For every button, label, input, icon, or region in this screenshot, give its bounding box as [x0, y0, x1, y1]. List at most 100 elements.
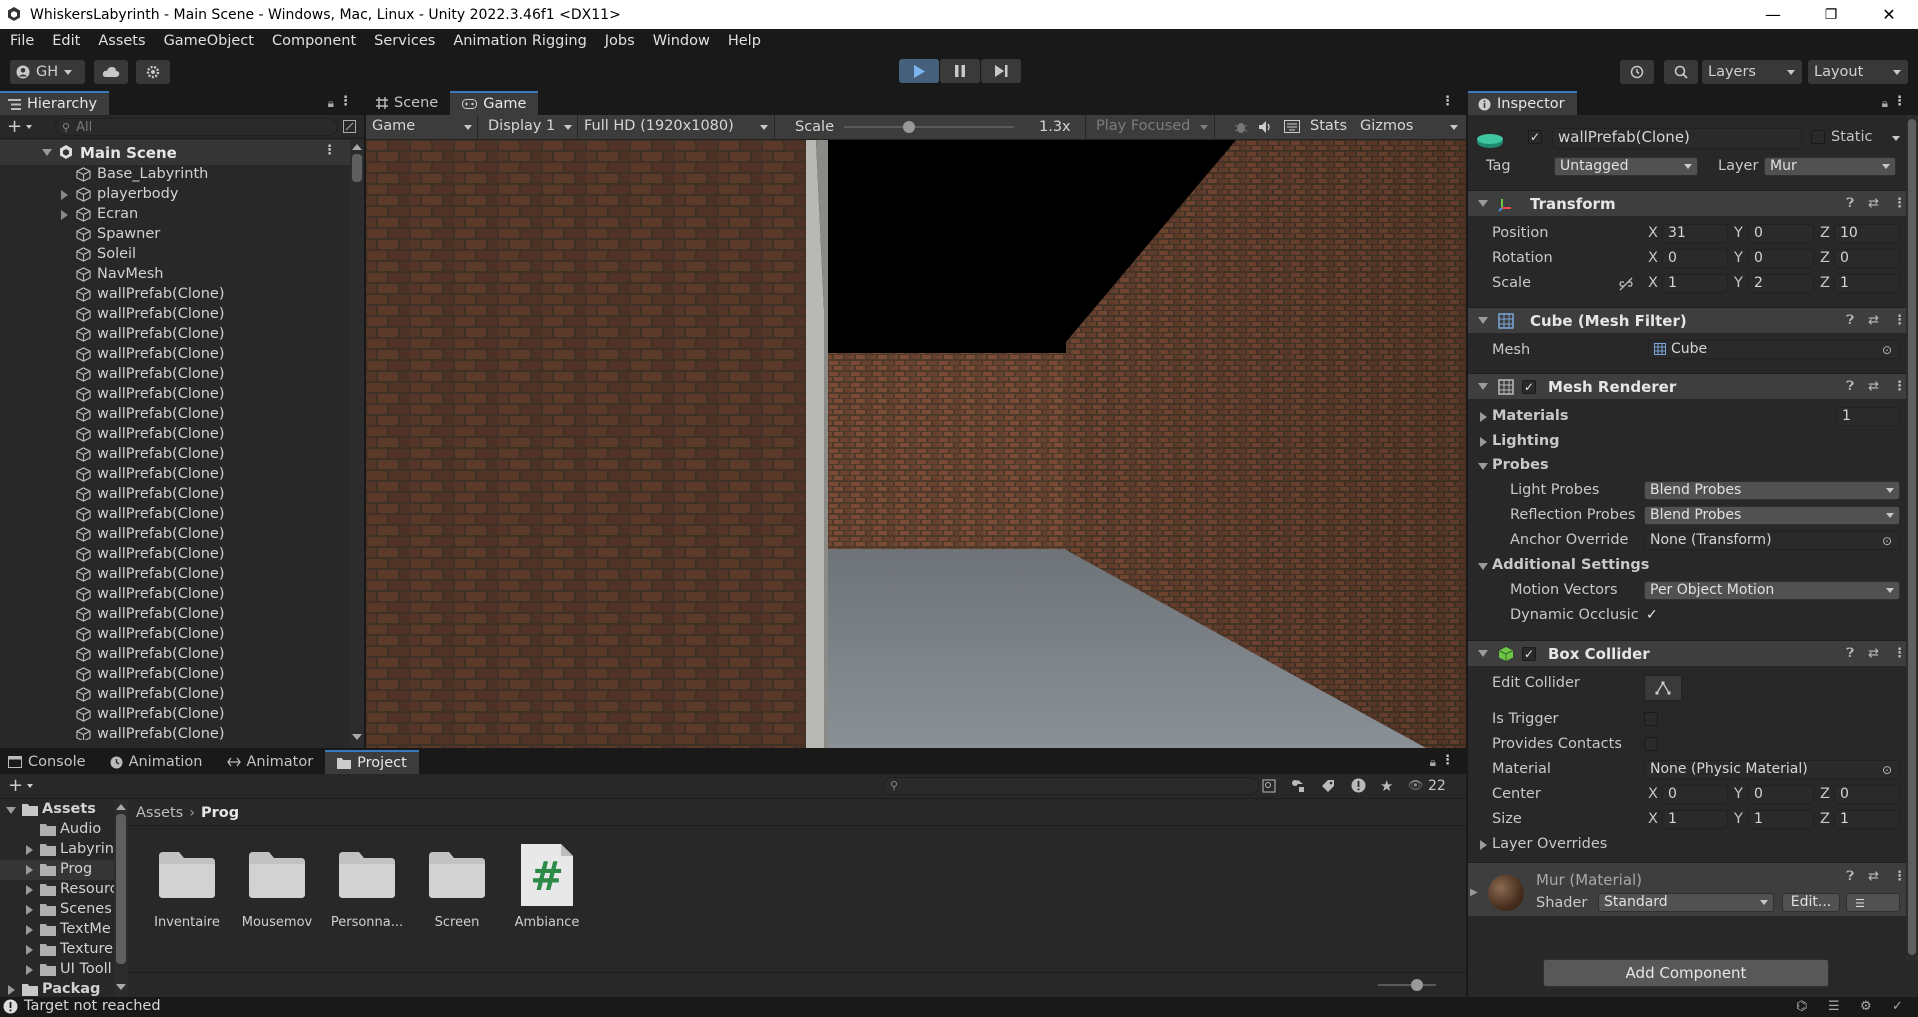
favorite-star-icon[interactable]: ★ [1380, 777, 1393, 795]
menu-gameobject[interactable]: GameObject [155, 29, 263, 54]
mesh-renderer-header[interactable]: ✓ Mesh Renderer ❓︎ ⇄ ⋮ [1468, 373, 1916, 399]
materials-count-input[interactable]: 1 [1836, 407, 1900, 426]
scale-z-input[interactable]: 1 [1834, 274, 1900, 293]
stats-button[interactable]: Stats [1310, 118, 1347, 134]
hierarchy-item[interactable]: wallPrefab(Clone) [0, 685, 350, 705]
menu-help[interactable]: Help [719, 29, 770, 54]
menu-edit[interactable]: Edit [43, 29, 89, 54]
menu-assets[interactable]: Assets [89, 29, 154, 54]
folder-item[interactable]: Personna... [325, 842, 409, 942]
hierarchy-item[interactable]: wallPrefab(Clone) [0, 605, 350, 625]
scale-y-input[interactable]: 2 [1748, 274, 1814, 293]
help-icon[interactable]: ❓︎ [1846, 869, 1854, 884]
scroll-down-icon[interactable] [116, 984, 126, 990]
hierarchy-item[interactable]: playerbody [0, 185, 350, 205]
chevron-right-icon[interactable] [26, 845, 33, 855]
preset-icon[interactable]: ⇄ [1868, 646, 1879, 661]
collider-material-field[interactable]: None (Physic Material) [1644, 760, 1900, 779]
lock-icon[interactable]: 🔒︎ [1430, 755, 1436, 770]
layer-dropdown[interactable]: Mur [1764, 157, 1896, 176]
chevron-down-icon[interactable] [42, 149, 52, 156]
chevron-down-icon[interactable] [1478, 317, 1488, 324]
chevron-right-icon[interactable]: ▶ [1470, 887, 1478, 898]
chevron-right-icon[interactable] [61, 210, 68, 220]
folder-item[interactable]: Mousemov [235, 842, 319, 942]
tab-console[interactable]: Console [0, 750, 98, 774]
hierarchy-item[interactable]: Base_Labyrinth [0, 165, 350, 185]
keyboard-icon[interactable] [1284, 120, 1300, 133]
size-y-input[interactable]: 1 [1748, 810, 1814, 829]
step-button[interactable] [981, 59, 1021, 83]
script-item[interactable]: # Ambiance [505, 842, 589, 942]
static-checkbox[interactable] [1811, 130, 1825, 144]
hierarchy-item[interactable]: wallPrefab(Clone) [0, 565, 350, 585]
hierarchy-item[interactable]: wallPrefab(Clone) [0, 325, 350, 345]
chevron-right-icon[interactable] [1480, 412, 1487, 422]
menu-animation-rigging[interactable]: Animation Rigging [444, 29, 595, 54]
constrain-proportions-icon[interactable] [1618, 277, 1634, 291]
tab-animator[interactable]: Animator [215, 750, 326, 774]
warning-filter-icon[interactable] [1351, 778, 1366, 793]
hierarchy-item[interactable]: wallPrefab(Clone) [0, 305, 350, 325]
shader-options-dropdown[interactable]: ☰ [1846, 893, 1900, 912]
folder-item[interactable]: Inventaire [145, 842, 229, 942]
cloud-button[interactable] [94, 60, 128, 84]
project-tree-item[interactable]: Scenes [0, 900, 114, 920]
project-tree-item[interactable]: Packag [0, 980, 114, 997]
project-tree-item[interactable]: Labyrin [0, 840, 114, 860]
rotation-z-input[interactable]: 0 [1834, 249, 1900, 268]
pause-button[interactable] [940, 59, 980, 83]
size-x-input[interactable]: 1 [1662, 810, 1728, 829]
active-checkbox[interactable]: ✓ [1528, 130, 1542, 144]
breadcrumb-prog[interactable]: Prog [201, 805, 239, 821]
hierarchy-item[interactable]: wallPrefab(Clone) [0, 485, 350, 505]
chevron-down-icon[interactable] [27, 784, 33, 788]
additional-settings-foldout[interactable]: Additional Settings [1492, 557, 1649, 573]
help-icon[interactable]: ❓︎ [1846, 313, 1854, 328]
folder-item[interactable]: Screen [415, 842, 499, 942]
cache-server-icon[interactable]: ☰ [1828, 999, 1840, 1014]
search-by-type-icon[interactable] [1262, 779, 1276, 793]
hierarchy-item[interactable]: Ecran [0, 205, 350, 225]
collab-settings-button[interactable] [136, 60, 170, 84]
more-menu-icon[interactable]: ⋮ [1893, 379, 1906, 394]
center-y-input[interactable]: 0 [1748, 785, 1814, 804]
game-mode-dropdown[interactable]: Game [366, 115, 478, 139]
project-tree-item[interactable]: TextMe [0, 920, 114, 940]
search-button[interactable] [1664, 60, 1698, 84]
more-menu-icon[interactable]: ⋮ [1893, 313, 1906, 328]
menu-component[interactable]: Component [263, 29, 365, 54]
scroll-thumb[interactable] [116, 814, 126, 964]
position-y-input[interactable]: 0 [1748, 224, 1814, 243]
mesh-filter-header[interactable]: Cube (Mesh Filter) ❓︎ ⇄ ⋮ [1468, 307, 1916, 333]
size-z-input[interactable]: 1 [1834, 810, 1900, 829]
project-tree-item[interactable]: Assets [0, 800, 114, 820]
chevron-down-icon[interactable] [1478, 200, 1488, 207]
preset-icon[interactable]: ⇄ [1868, 313, 1879, 328]
edit-shader-button[interactable]: Edit... [1782, 893, 1840, 912]
lighting-foldout[interactable]: Lighting [1492, 433, 1560, 449]
icon-size-slider-thumb[interactable] [1411, 979, 1423, 991]
menu-jobs[interactable]: Jobs [596, 29, 644, 54]
chevron-right-icon[interactable] [61, 190, 68, 200]
layer-overrides-foldout[interactable]: Layer Overrides [1492, 836, 1607, 852]
chevron-down-icon[interactable] [6, 807, 16, 814]
chevron-right-icon[interactable] [26, 885, 33, 895]
scroll-up-icon[interactable] [352, 144, 362, 150]
scroll-down-icon[interactable] [352, 734, 362, 740]
display-dropdown[interactable]: Display 1 [478, 115, 578, 139]
tree-scrollbar[interactable] [114, 800, 128, 997]
menu-window[interactable]: Window [644, 29, 719, 54]
help-icon[interactable]: ❓︎ [1846, 379, 1854, 394]
debug-mode-icon[interactable]: ⚙ [1860, 999, 1872, 1014]
provides-contacts-checkbox[interactable] [1644, 737, 1658, 751]
mesh-renderer-enabled-checkbox[interactable]: ✓ [1522, 379, 1536, 394]
add-component-button[interactable]: Add Component [1543, 959, 1829, 987]
tab-animation[interactable]: Animation [98, 750, 215, 774]
hierarchy-search[interactable]: ⚲ All [55, 118, 338, 136]
edit-collider-button[interactable] [1644, 675, 1682, 701]
motion-vectors-dropdown[interactable]: Per Object Motion [1644, 581, 1900, 600]
object-picker-icon[interactable]: ⊙ [1882, 534, 1892, 548]
hierarchy-item[interactable]: wallPrefab(Clone) [0, 365, 350, 385]
chevron-right-icon[interactable] [26, 945, 33, 955]
